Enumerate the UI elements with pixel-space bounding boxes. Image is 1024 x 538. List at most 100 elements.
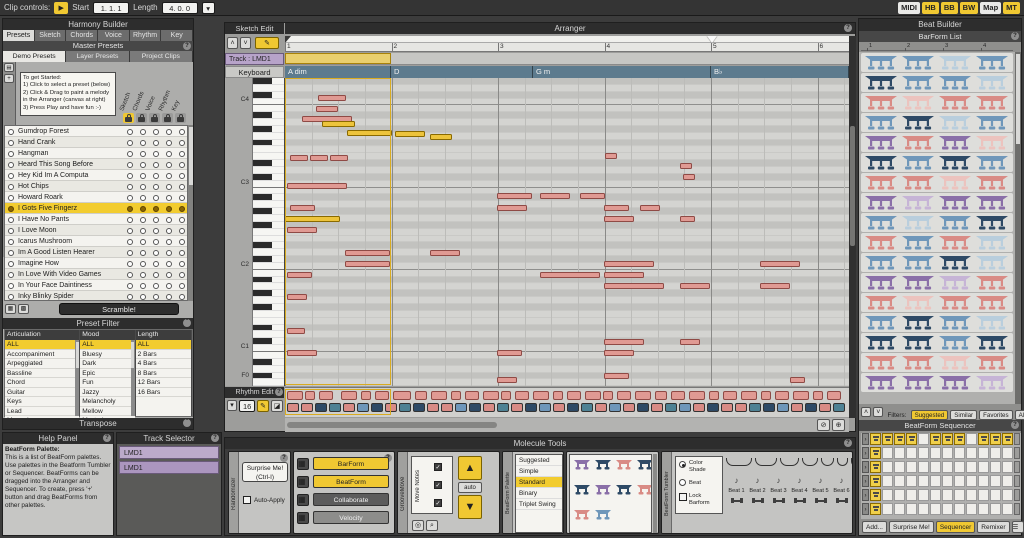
barform-row[interactable] — [861, 113, 1013, 132]
barform-shape[interactable] — [938, 215, 972, 230]
barform-shape[interactable] — [901, 255, 935, 270]
preset-layer-toggle[interactable] — [127, 184, 133, 190]
rhythm-block[interactable] — [415, 391, 427, 400]
preset-layer-toggle[interactable] — [140, 206, 146, 212]
preset-layer-toggle[interactable] — [127, 272, 133, 278]
white-key[interactable] — [253, 379, 285, 386]
black-key-cap[interactable] — [253, 242, 272, 248]
barform-shape[interactable] — [901, 175, 935, 190]
sequencer-cell[interactable] — [918, 475, 929, 487]
filter-item[interactable]: Epic — [80, 369, 134, 379]
barform-shape[interactable] — [901, 135, 935, 150]
filter-item[interactable]: 4 Bars — [136, 359, 191, 369]
arranger-v-scrollbar[interactable] — [849, 36, 856, 418]
snap-target-icon[interactable]: ◎ — [412, 520, 424, 531]
barform-shape[interactable] — [901, 275, 935, 290]
sequencer-cell[interactable] — [906, 489, 917, 501]
white-key[interactable] — [253, 249, 285, 256]
preset-select-radio[interactable] — [8, 173, 14, 179]
barform-shape[interactable] — [901, 215, 935, 230]
preset-layer-toggle[interactable] — [140, 272, 146, 278]
tumbler-beatform[interactable] — [594, 484, 612, 495]
preset-layer-toggle[interactable] — [166, 206, 172, 212]
preset-layer-toggle[interactable] — [153, 151, 159, 157]
auto-apply-checkbox[interactable] — [243, 496, 251, 504]
preset-layer-toggle[interactable] — [153, 162, 159, 168]
rhythm-block[interactable] — [585, 391, 601, 400]
sequencer-cell[interactable] — [906, 475, 917, 487]
black-key[interactable] — [253, 112, 285, 119]
preset-layer-toggle[interactable] — [153, 239, 159, 245]
barform-shape[interactable] — [864, 275, 898, 290]
loop-lane[interactable] — [285, 36, 849, 43]
sequencer-cell[interactable] — [978, 503, 989, 515]
barform-shape[interactable] — [938, 335, 972, 350]
preset-layer-toggle[interactable] — [179, 184, 185, 190]
black-key[interactable] — [253, 92, 285, 99]
note[interactable] — [604, 373, 629, 379]
note[interactable] — [604, 261, 654, 267]
preset-row[interactable]: Im A Good Listen Hearer — [5, 247, 187, 258]
barform-shape[interactable] — [864, 235, 898, 250]
preset-layer-toggle[interactable] — [166, 217, 172, 223]
note[interactable] — [540, 193, 570, 199]
note[interactable] — [395, 131, 425, 137]
note[interactable] — [604, 339, 644, 345]
sequencer-cell[interactable] — [894, 447, 905, 459]
preset-layer-toggle[interactable] — [140, 294, 146, 300]
beatform-block[interactable] — [329, 403, 341, 412]
preset-layer-toggle[interactable] — [140, 261, 146, 267]
note[interactable] — [680, 339, 700, 345]
preset-layer-toggle[interactable] — [127, 173, 133, 179]
scroll-up-button[interactable]: ˄ — [861, 407, 871, 417]
note[interactable] — [760, 283, 790, 289]
tumbler-scrollbar[interactable] — [653, 454, 657, 533]
row-option-button[interactable] — [1014, 461, 1020, 473]
loop-start-marker[interactable] — [285, 36, 291, 43]
rhythm-dropdown[interactable]: ▾ — [227, 400, 237, 411]
black-key[interactable] — [253, 325, 285, 332]
sequencer-cell[interactable] — [918, 489, 929, 501]
filter-scrollbar[interactable] — [131, 340, 135, 416]
beatform-block[interactable] — [707, 403, 719, 412]
barform-scrollbar[interactable] — [1015, 52, 1021, 404]
filter-item[interactable]: Bluesy — [80, 350, 134, 360]
preset-select-radio[interactable] — [8, 206, 14, 212]
note[interactable] — [580, 193, 605, 199]
preset-layer-toggle[interactable] — [140, 250, 146, 256]
white-key[interactable] — [253, 167, 285, 174]
white-key[interactable] — [253, 352, 285, 359]
barform-row[interactable] — [861, 73, 1013, 92]
octave-down-button[interactable]: ˅ — [240, 37, 251, 49]
black-key-cap[interactable] — [253, 290, 272, 296]
barform-shape[interactable] — [938, 175, 972, 190]
barform-shape[interactable] — [864, 215, 898, 230]
sequencer-cell[interactable] — [942, 447, 953, 459]
filter-item[interactable]: Jazzy — [80, 388, 134, 398]
tumbler-beatform[interactable] — [573, 459, 591, 470]
sequencer-cell[interactable] — [918, 503, 929, 515]
sequencer-cell[interactable] — [966, 503, 977, 515]
black-key-cap[interactable] — [253, 194, 272, 200]
sequencer-cell[interactable] — [966, 433, 977, 445]
preset-layer-toggle[interactable] — [140, 239, 146, 245]
black-key-cap[interactable] — [253, 126, 272, 132]
sequencer-cell[interactable] — [966, 475, 977, 487]
rhythm-block[interactable] — [709, 391, 719, 400]
barform-shape[interactable] — [864, 255, 898, 270]
black-key[interactable] — [253, 160, 285, 167]
filter-item[interactable]: 12 Bars — [136, 378, 191, 388]
note[interactable] — [430, 134, 452, 140]
barform-shape[interactable] — [938, 375, 972, 390]
black-key-cap[interactable] — [253, 208, 272, 214]
beatform-block[interactable] — [595, 403, 607, 412]
beatform-block[interactable] — [637, 403, 649, 412]
barform-shape[interactable] — [864, 315, 898, 330]
white-key[interactable] — [253, 105, 285, 112]
preset-row[interactable]: Heard This Song Before — [5, 159, 187, 170]
rhythm-block[interactable] — [393, 391, 411, 400]
preset-layer-toggle[interactable] — [166, 228, 172, 234]
note[interactable] — [330, 155, 348, 161]
sequencer-cell[interactable] — [894, 489, 905, 501]
loop-end-marker[interactable] — [707, 36, 717, 43]
